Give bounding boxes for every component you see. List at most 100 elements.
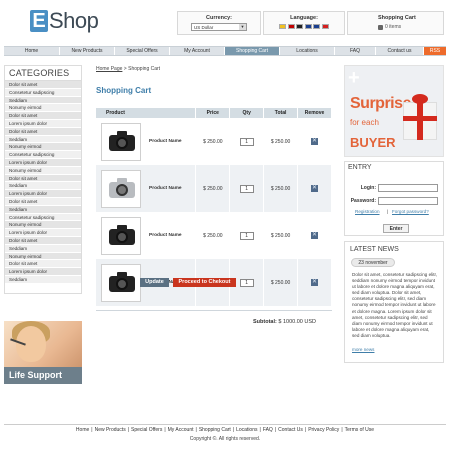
cart-box[interactable]: Shopping Cart 0 items — [347, 11, 444, 35]
category-item[interactable]: Seddiam — [5, 182, 81, 191]
footer-link-home[interactable]: Home — [76, 427, 89, 433]
main-nav: Home New Products Special Offers My Account… — [4, 46, 446, 56]
life-support-banner[interactable]: Life Support — [4, 320, 82, 384]
footer-separator: | — [259, 427, 261, 433]
quantity-input[interactable]: 1 — [239, 184, 254, 193]
footer-link-contact-us[interactable]: Contact Us — [278, 427, 303, 433]
categories-list: Dolor sit amet Consetetur sadipscing Seddi… — [5, 81, 81, 284]
language-title: Language: — [290, 15, 318, 21]
category-item[interactable]: Lorem ipsum dolor — [5, 190, 81, 198]
currency-title: Currency: — [206, 15, 232, 21]
logo-text: Shop — [49, 8, 99, 33]
nav-item-home[interactable]: Home — [4, 47, 60, 55]
camera-icon — [109, 177, 135, 198]
nav-item-special-offers[interactable]: Special Offers — [115, 47, 170, 55]
footer-link-new-products[interactable]: New Products — [95, 427, 126, 433]
forgot-password-link[interactable]: Forgot password? — [392, 209, 429, 214]
footer-link-faq[interactable]: FAQ — [263, 427, 273, 433]
more-news-link[interactable]: more news — [352, 347, 374, 352]
currency-select[interactable]: US Dollar ▼ — [191, 23, 247, 31]
category-item[interactable]: Seddiam — [5, 275, 81, 284]
remove-icon[interactable]: ✕ — [311, 279, 319, 286]
category-item[interactable]: Nonumy eirmod — [5, 143, 81, 152]
remove-icon[interactable]: ✕ — [311, 185, 319, 192]
entry-title: ENTRY — [348, 164, 372, 171]
news-date-badge: 23 november — [351, 258, 395, 267]
category-item[interactable]: Consetetur sadipscing — [5, 151, 81, 159]
language-flag-icon[interactable] — [279, 24, 287, 29]
footer-link-privacy-policy[interactable]: Privacy Policy — [308, 427, 339, 433]
category-item[interactable]: Dolor sit amet — [5, 112, 81, 120]
product-thumbnail[interactable] — [101, 169, 141, 208]
category-item[interactable]: Dolor sit amet — [5, 197, 81, 206]
quantity-input[interactable]: 1 — [239, 137, 254, 146]
language-flag-icon[interactable] — [321, 24, 329, 29]
language-flag-icon[interactable] — [287, 24, 295, 29]
category-item[interactable]: Dolor sit amet — [5, 236, 81, 245]
nav-item-my-account[interactable]: My Account — [170, 47, 225, 55]
category-item[interactable]: Seddiam — [5, 135, 81, 144]
footer-separator: | — [164, 427, 166, 433]
remove-icon[interactable]: ✕ — [311, 138, 319, 145]
breadcrumb-home-link[interactable]: Home Page — [96, 66, 122, 72]
category-item[interactable]: Lorem ipsum dolor — [5, 158, 81, 167]
nav-item-shopping-cart[interactable]: Shopping Cart — [225, 47, 280, 55]
footer-separator: | — [195, 427, 197, 433]
product-name[interactable]: Product Name — [141, 186, 182, 191]
life-support-label: Life Support — [4, 366, 82, 384]
category-item[interactable]: Dolor sit amet — [5, 174, 81, 183]
category-item[interactable]: Lorem ipsum dolor — [5, 268, 81, 276]
password-input[interactable] — [378, 197, 438, 205]
category-item[interactable]: Nonumy eirmod — [5, 221, 81, 230]
category-item[interactable]: Lorem ipsum dolor — [5, 119, 81, 128]
language-flag-icon[interactable] — [313, 24, 321, 29]
category-item[interactable]: Dolor sit amet — [5, 127, 81, 136]
registration-link[interactable]: Registration — [355, 209, 380, 214]
product-thumbnail[interactable] — [101, 122, 141, 161]
category-item[interactable]: Seddiam — [5, 96, 81, 105]
product-name[interactable]: Product Name — [141, 139, 182, 144]
promo-line-2: for each — [350, 118, 379, 127]
login-input[interactable] — [378, 184, 438, 192]
footer-link-special-offers[interactable]: Special Offers — [131, 427, 162, 433]
footer-link-my-account[interactable]: My Account — [168, 427, 194, 433]
nav-item-new-products[interactable]: New Products — [60, 47, 115, 55]
quantity-input[interactable]: 1 — [239, 278, 254, 287]
update-button[interactable]: Update — [140, 278, 169, 287]
gift-bow-icon — [412, 94, 428, 104]
quantity-input[interactable]: 1 — [239, 231, 254, 240]
product-name[interactable]: Product Name — [141, 233, 182, 238]
enter-button[interactable]: Enter — [383, 224, 409, 233]
promo-banner[interactable]: + Surprise for each BUYER — [344, 65, 444, 157]
logo[interactable]: E Shop — [30, 8, 99, 33]
product-total: $ 250.00 — [263, 212, 299, 259]
footer-link-shopping-cart[interactable]: Shopping Cart — [199, 427, 231, 433]
footer-separator: | — [232, 427, 235, 433]
category-item[interactable]: Seddiam — [5, 205, 81, 214]
category-item[interactable]: Nonumy eirmod — [5, 104, 81, 113]
product-thumbnail[interactable] — [101, 263, 141, 302]
latest-news-panel: LATEST NEWS 23 november Dolor sit amet, … — [344, 241, 444, 363]
category-item[interactable]: Dolor sit amet — [5, 81, 81, 89]
nav-item-faq[interactable]: FAQ — [335, 47, 376, 55]
category-item[interactable]: Nonumy eirmod — [5, 166, 81, 175]
category-item[interactable]: Consetetur sadipscing — [5, 213, 81, 222]
language-flag-icon[interactable] — [304, 24, 312, 29]
category-item[interactable]: Nonumy eirmod — [5, 252, 81, 261]
product-thumbnail[interactable] — [101, 216, 141, 255]
nav-item-rss[interactable]: RSS — [424, 47, 446, 55]
chevron-down-icon[interactable]: ▼ — [239, 24, 246, 30]
breadcrumb-current: Shopping Cart — [128, 66, 161, 72]
category-item[interactable]: Seddiam — [5, 244, 81, 253]
category-item[interactable]: Dolor sit amet — [5, 260, 81, 269]
language-flag-icon[interactable] — [296, 24, 304, 29]
nav-item-contact-us[interactable]: Contact us — [376, 47, 424, 55]
footer-link-locations[interactable]: Locations — [236, 427, 257, 433]
checkout-button[interactable]: Proceed to Chekout — [173, 278, 236, 287]
category-item[interactable]: Lorem ipsum dolor — [5, 229, 81, 237]
footer-separator: | — [274, 427, 277, 433]
remove-icon[interactable]: ✕ — [311, 232, 319, 239]
nav-item-locations[interactable]: Locations — [280, 47, 335, 55]
category-item[interactable]: Consetetur sadipscing — [5, 88, 81, 97]
footer-link-terms-of-use[interactable]: Terms of Use — [345, 427, 374, 433]
